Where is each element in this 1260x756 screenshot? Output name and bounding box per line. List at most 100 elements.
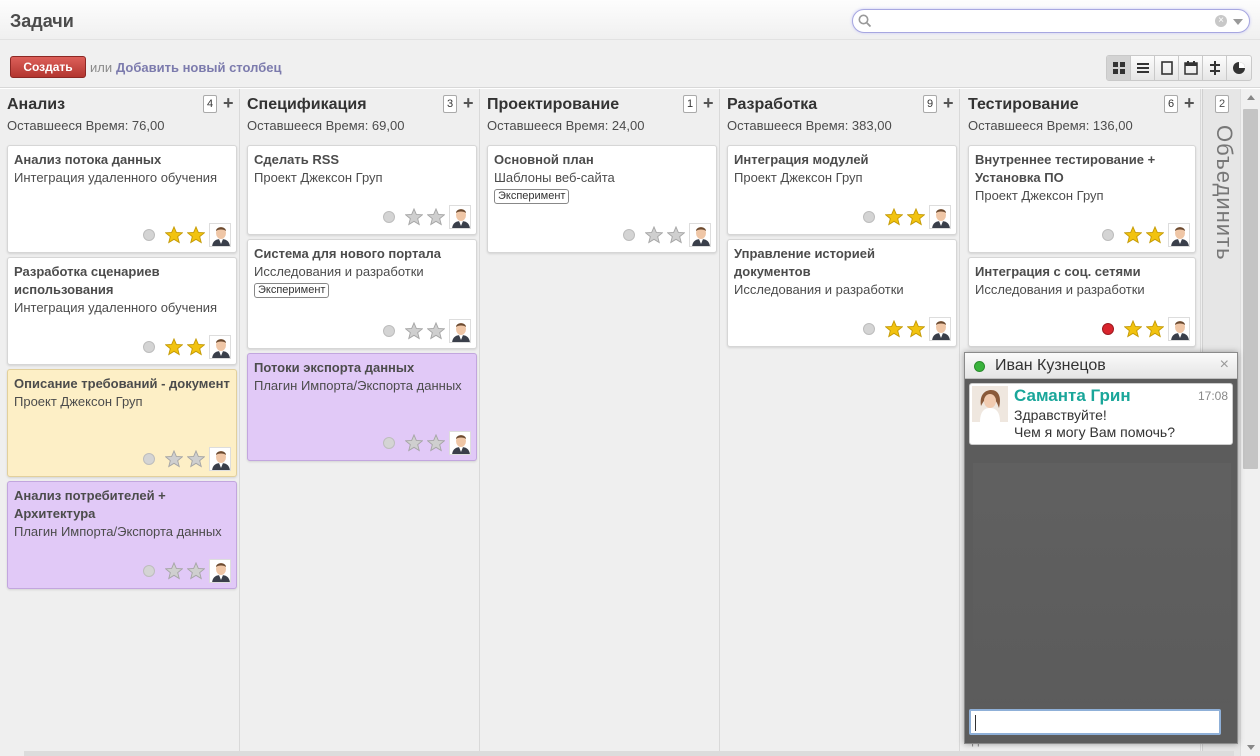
task-title[interactable]: Система для нового портала [254, 245, 471, 263]
kanban-state-icon[interactable] [863, 211, 875, 223]
kanban-view-button[interactable] [1107, 56, 1131, 80]
priority-star-icon[interactable] [165, 450, 183, 468]
column-remaining-time: Оставшееся Время: 136,00 [968, 118, 1133, 133]
task-card[interactable]: Внутреннее тестирование + Установка ПО Пр… [968, 145, 1196, 253]
column-title[interactable]: Спецификация [247, 96, 367, 114]
graph-view-button[interactable] [1227, 56, 1251, 80]
kanban-state-icon[interactable] [143, 565, 155, 577]
priority-star-icon[interactable] [405, 434, 423, 452]
avatar [1168, 223, 1190, 247]
priority-star-icon[interactable] [165, 226, 183, 244]
column-title[interactable]: Проектирование [487, 96, 619, 114]
priority-star-icon[interactable] [885, 208, 903, 226]
task-title[interactable]: Разработка сценариев использования [14, 263, 231, 299]
calendar-view-button[interactable] [1179, 56, 1203, 80]
gantt-view-button[interactable] [1203, 56, 1227, 80]
kanban-state-icon[interactable] [143, 453, 155, 465]
task-title[interactable]: Потоки экспорта данных [254, 359, 471, 377]
priority-star-icon[interactable] [427, 208, 445, 226]
quick-create-plus-icon[interactable]: + [1184, 93, 1195, 114]
task-card[interactable]: Управление историей документов Исследован… [727, 239, 957, 347]
priority-star-icon[interactable] [187, 562, 205, 580]
priority-star-icon[interactable] [667, 226, 685, 244]
horizontal-scrollbar[interactable] [24, 751, 1234, 756]
priority-star-icon[interactable] [645, 226, 663, 244]
card-footer [143, 447, 231, 471]
task-title[interactable]: Интеграция модулей [734, 151, 951, 169]
chat-message-input[interactable] [969, 709, 1221, 735]
task-project: Проект Джексон Груп [254, 170, 383, 185]
priority-star-icon[interactable] [427, 322, 445, 340]
folded-column-title[interactable]: Объединить [1207, 125, 1237, 261]
task-title[interactable]: Управление историей документов [734, 245, 951, 281]
scroll-down-arrow-icon[interactable] [1247, 745, 1255, 750]
task-title[interactable]: Описание требований - документ [14, 375, 231, 393]
kanban-state-icon[interactable] [383, 437, 395, 449]
priority-star-icon[interactable] [165, 338, 183, 356]
task-title[interactable]: Анализ потока данных [14, 151, 231, 169]
kanban-state-icon[interactable] [143, 341, 155, 353]
column-title[interactable]: Тестирование [968, 96, 1079, 114]
kanban-state-icon[interactable] [1102, 229, 1114, 241]
priority-star-icon[interactable] [405, 322, 423, 340]
priority-star-icon[interactable] [427, 434, 445, 452]
task-card[interactable]: Основной план Шаблоны веб-сайта Эксперимен… [487, 145, 717, 253]
quick-create-plus-icon[interactable]: + [943, 93, 954, 114]
column-remaining-time: Оставшееся Время: 69,00 [247, 118, 405, 133]
task-card[interactable]: Интеграция с соц. сетями Исследования и р… [968, 257, 1196, 347]
priority-star-icon[interactable] [1146, 226, 1164, 244]
scroll-thumb[interactable] [1243, 109, 1258, 469]
clear-search-icon[interactable]: × [1215, 15, 1227, 27]
search-options-icon[interactable] [1233, 19, 1243, 25]
kanban-state-icon[interactable] [383, 325, 395, 337]
task-project: Плагин Импорта/Экспорта данных [254, 378, 462, 393]
task-title[interactable]: Основной план [494, 151, 711, 169]
quick-create-plus-icon[interactable]: + [223, 93, 234, 114]
task-title[interactable]: Интеграция с соц. сетями [975, 263, 1190, 281]
task-card[interactable]: Описание требований - документ Проект Дже… [7, 369, 237, 477]
priority-star-icon[interactable] [405, 208, 423, 226]
priority-star-icon[interactable] [187, 226, 205, 244]
scroll-up-arrow-icon[interactable] [1247, 95, 1255, 100]
priority-star-icon[interactable] [1146, 320, 1164, 338]
priority-star-icon[interactable] [907, 320, 925, 338]
task-card[interactable]: Потоки экспорта данных Плагин Импорта/Экс… [247, 353, 477, 461]
graph-icon [1233, 62, 1245, 74]
chat-header[interactable]: Иван Кузнецов × [965, 353, 1237, 379]
task-card[interactable]: Анализ потребителей + Архитектура Плагин … [7, 481, 237, 589]
search-input[interactable]: × [852, 9, 1250, 33]
list-view-button[interactable] [1131, 56, 1155, 80]
quick-create-plus-icon[interactable]: + [703, 93, 714, 114]
vertical-scrollbar[interactable] [1240, 89, 1260, 756]
priority-star-icon[interactable] [1124, 226, 1142, 244]
kanban-state-icon[interactable] [623, 229, 635, 241]
task-card[interactable]: Система для нового портала Исследования и… [247, 239, 477, 349]
form-view-button[interactable] [1155, 56, 1179, 80]
column-title[interactable]: Разработка [727, 96, 817, 114]
column-title[interactable]: Анализ [7, 96, 65, 114]
kanban-state-icon[interactable] [383, 211, 395, 223]
avatar [209, 223, 231, 247]
task-card[interactable]: Сделать RSS Проект Джексон Груп [247, 145, 477, 235]
create-button[interactable]: Создать [10, 56, 86, 78]
priority-star-icon[interactable] [907, 208, 925, 226]
priority-star-icon[interactable] [187, 450, 205, 468]
priority-star-icon[interactable] [187, 338, 205, 356]
kanban-state-icon[interactable] [1102, 323, 1114, 335]
task-card[interactable]: Разработка сценариев использования Интегр… [7, 257, 237, 365]
kanban-state-icon[interactable] [143, 229, 155, 241]
close-icon[interactable]: × [1220, 356, 1229, 374]
priority-star-icon[interactable] [1124, 320, 1142, 338]
task-card[interactable]: Анализ потока данных Интеграция удаленног… [7, 145, 237, 253]
task-title[interactable]: Сделать RSS [254, 151, 471, 169]
priority-star-icon[interactable] [165, 562, 183, 580]
quick-create-plus-icon[interactable]: + [463, 93, 474, 114]
task-card[interactable]: Интеграция модулей Проект Джексон Груп [727, 145, 957, 235]
chat-message: Саманта Грин 17:08 Здравствуйте! Чем я м… [969, 383, 1233, 445]
priority-star-icon[interactable] [885, 320, 903, 338]
column-remaining-time: Оставшееся Время: 383,00 [727, 118, 892, 133]
kanban-state-icon[interactable] [863, 323, 875, 335]
add-column-link[interactable]: Добавить новый столбец [116, 60, 281, 75]
task-title[interactable]: Анализ потребителей + Архитектура [14, 487, 231, 523]
task-title[interactable]: Внутреннее тестирование + Установка ПО [975, 151, 1190, 187]
